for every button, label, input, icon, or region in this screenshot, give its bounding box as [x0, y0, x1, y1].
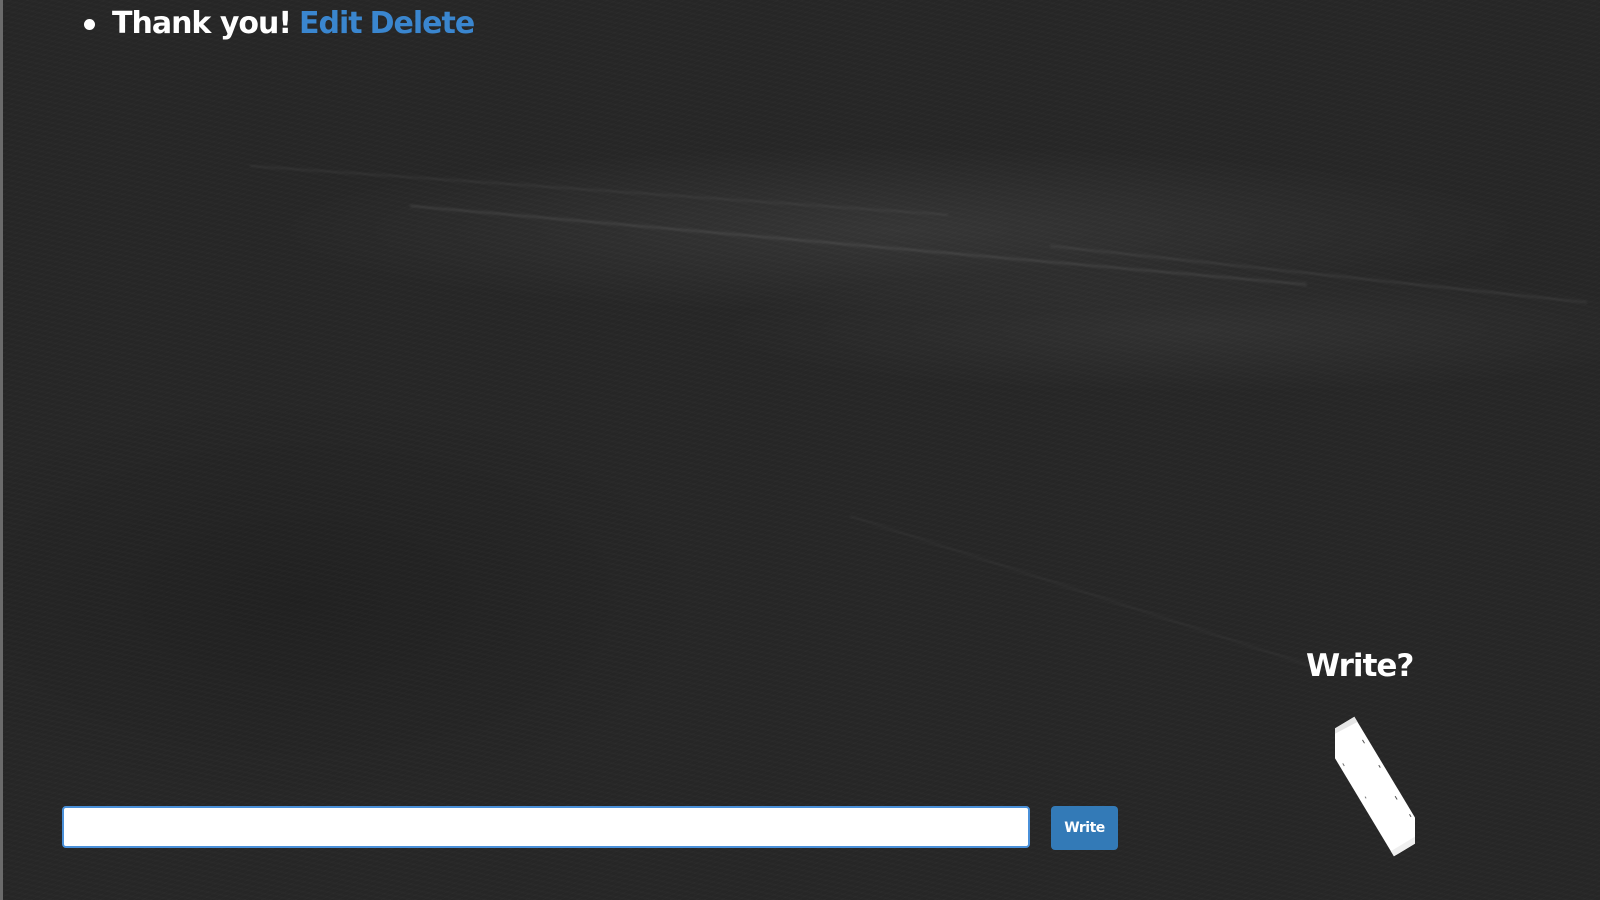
edit-link[interactable]: Edit	[299, 4, 363, 44]
bullet-icon	[84, 18, 95, 30]
todo-input[interactable]	[62, 806, 1030, 848]
write-prompt-label: Write?	[1306, 648, 1414, 684]
chalk-smudge	[1049, 245, 1588, 304]
write-button[interactable]: Write	[1051, 806, 1118, 850]
chalk-smudge	[409, 205, 1307, 286]
window-left-border	[0, 0, 3, 900]
todo-list: Thank you! Edit Delete	[80, 4, 482, 44]
todo-text: Thank you!	[112, 6, 292, 41]
chalk-icon[interactable]	[1335, 710, 1415, 862]
chalk-body	[1335, 716, 1415, 857]
delete-link[interactable]: Delete	[370, 4, 476, 44]
chalk-smudge	[849, 515, 1326, 672]
list-item: Thank you! Edit Delete	[80, 4, 482, 44]
chalk-smudge	[249, 165, 949, 216]
